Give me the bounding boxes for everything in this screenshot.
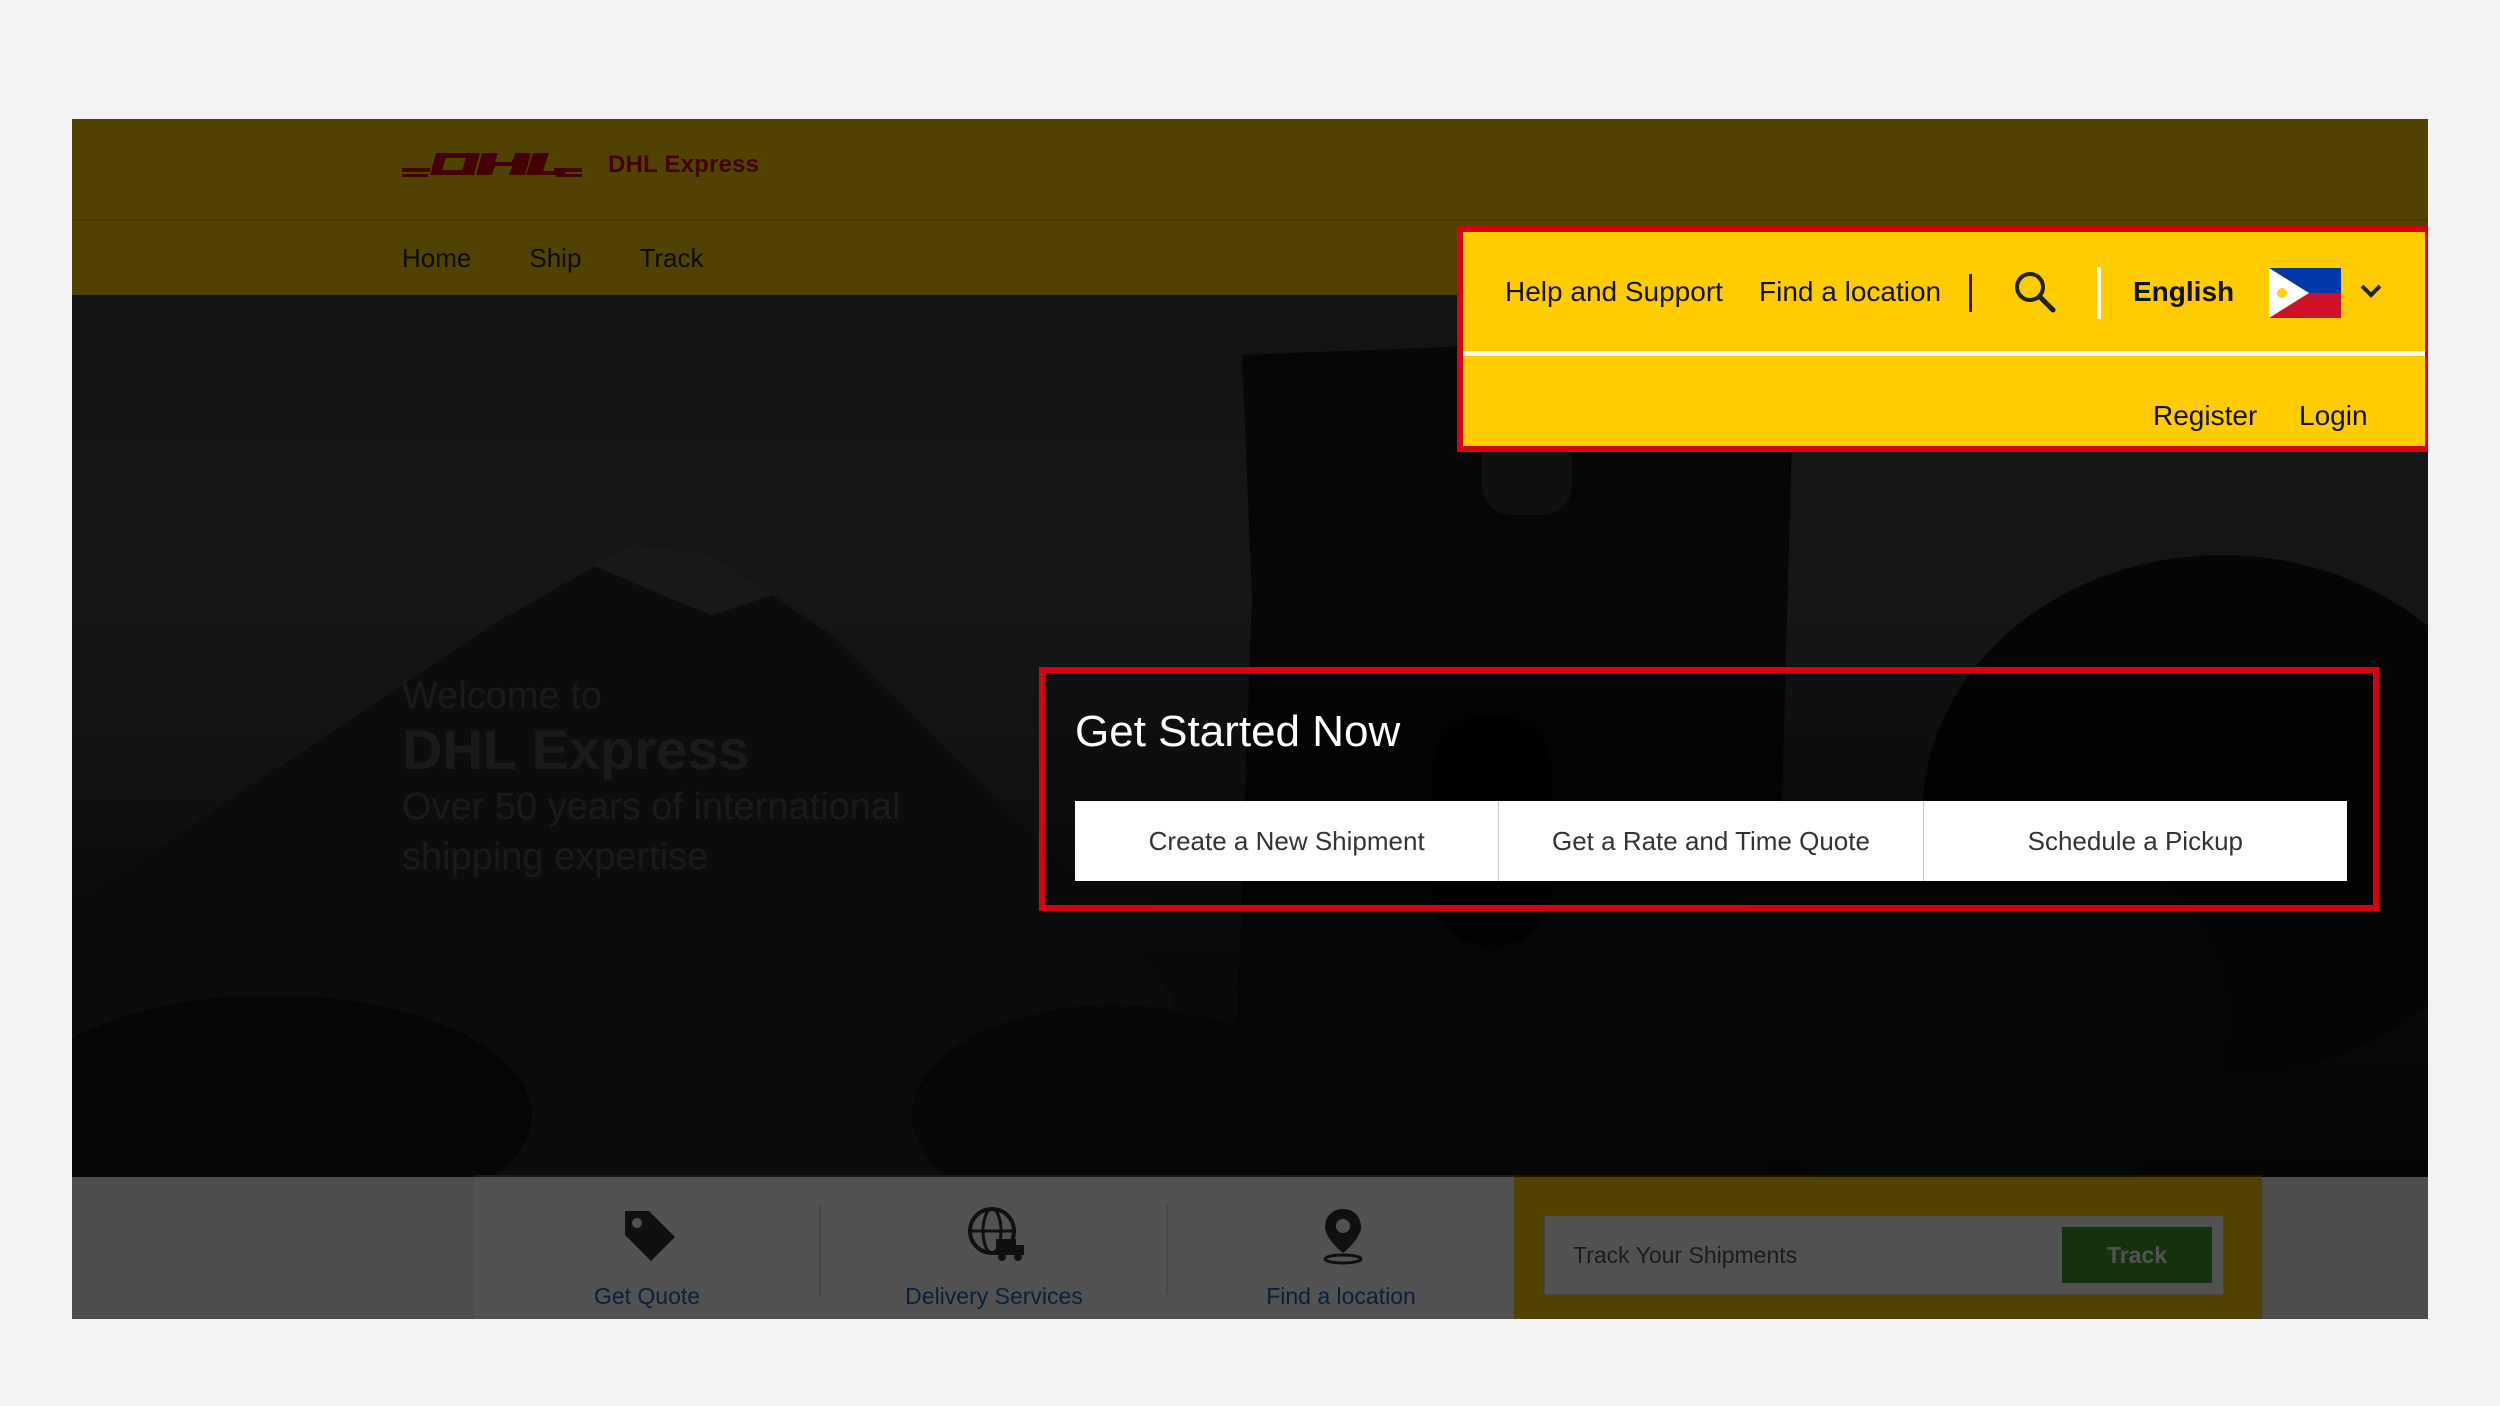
- quick-link-delivery-services[interactable]: Delivery Services: [821, 1175, 1167, 1319]
- welcome-line-3: Over 50 years of international shipping …: [402, 786, 901, 878]
- get-started-panel: Get Started Now Create a New Shipment Ge…: [1039, 667, 2379, 911]
- tracking-panel: Track: [1514, 1175, 2262, 1319]
- price-tag-icon: [625, 1211, 675, 1261]
- create-shipment-button[interactable]: Create a New Shipment: [1075, 801, 1500, 881]
- logo-wordmark: DHL Express: [608, 151, 760, 178]
- rate-time-quote-button[interactable]: Get a Rate and Time Quote: [1499, 801, 1924, 881]
- utility-nav-panel: Help and Support Find a location English…: [1457, 226, 2428, 452]
- top-header-bar: DHL Express: [72, 119, 2428, 221]
- philippines-flag-icon[interactable]: [2269, 268, 2341, 318]
- quick-link-label: Delivery Services: [905, 1283, 1083, 1309]
- search-icon[interactable]: [2013, 270, 2057, 314]
- quick-link-get-quote[interactable]: Get Quote: [474, 1175, 820, 1319]
- nav-item-home[interactable]: Home: [402, 243, 471, 274]
- welcome-line-2: DHL Express: [402, 718, 750, 781]
- utility-nav-row: Help and Support Find a location English: [1463, 232, 2425, 356]
- login-link[interactable]: Login: [2299, 400, 2368, 432]
- divider: [2097, 267, 2101, 319]
- map-pin-icon: [1323, 1209, 1363, 1265]
- welcome-line-1: Welcome to: [402, 675, 602, 717]
- quick-links-panel: Get Quote Delivery Services Find a locat: [474, 1175, 1514, 1319]
- chevron-down-icon[interactable]: [2359, 282, 2383, 300]
- dhl-logo[interactable]: DHL Express: [402, 151, 759, 179]
- welcome-message: Welcome to DHL Express Over 50 years of …: [402, 674, 962, 882]
- dhl-logo-icon: [402, 153, 582, 177]
- globe-truck-icon: [968, 1207, 1024, 1261]
- main-nav: Home Ship Track: [402, 221, 703, 295]
- browser-viewport: DHL Express Home Ship Track Welcome to D…: [72, 119, 2428, 1319]
- quick-link-find-location[interactable]: Find a location: [1168, 1175, 1514, 1319]
- language-selector[interactable]: English: [2133, 276, 2234, 308]
- schedule-pickup-button[interactable]: Schedule a Pickup: [1924, 801, 2347, 881]
- divider: [1969, 274, 1972, 312]
- find-location-link[interactable]: Find a location: [1759, 276, 1941, 308]
- get-started-button-group: Create a New Shipment Get a Rate and Tim…: [1075, 801, 2347, 881]
- nav-item-ship[interactable]: Ship: [529, 243, 581, 274]
- get-started-title: Get Started Now: [1075, 707, 1401, 756]
- help-support-link[interactable]: Help and Support: [1505, 276, 1723, 308]
- quick-link-label: Get Quote: [593, 1283, 701, 1309]
- track-button[interactable]: Track: [2062, 1227, 2212, 1283]
- quick-link-label: Find a location: [1266, 1283, 1416, 1309]
- register-link[interactable]: Register: [2153, 400, 2257, 432]
- nav-item-track[interactable]: Track: [639, 243, 703, 274]
